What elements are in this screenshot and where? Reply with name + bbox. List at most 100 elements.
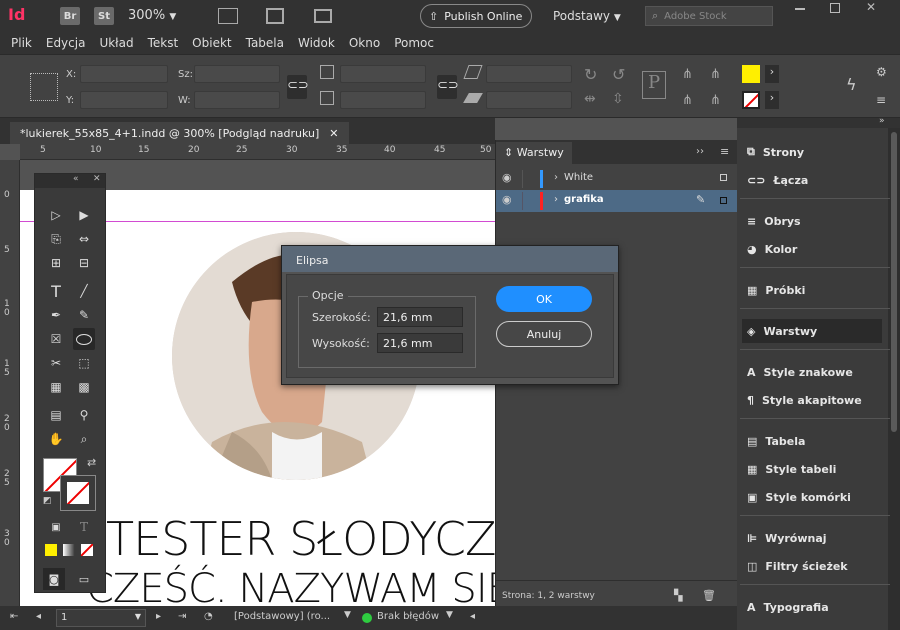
close-icon[interactable]: ✕ xyxy=(329,127,338,140)
pencil-tool-icon[interactable]: ✎ xyxy=(73,304,95,326)
free-transform-icon[interactable]: ⬚ xyxy=(73,352,95,374)
menu-pomoc[interactable]: Pomoc xyxy=(394,36,434,50)
arrange-documents-icon[interactable] xyxy=(314,9,332,23)
panel-tabela[interactable]: ▤ Tabela xyxy=(747,431,805,451)
flip-vertical-icon[interactable]: ⇳ xyxy=(612,91,624,107)
next-page-icon[interactable]: ▸ xyxy=(156,611,161,622)
screen-mode-icon[interactable] xyxy=(266,8,284,24)
zoom-tool-icon[interactable]: ⌕ xyxy=(73,428,95,450)
layers-tab[interactable]: ⇕ Warstwy xyxy=(496,142,572,164)
gear-icon[interactable]: ⚙ xyxy=(876,65,887,79)
previous-page-icon[interactable]: ◂ xyxy=(36,611,41,622)
rectangle-frame-icon[interactable]: ☒ xyxy=(45,328,67,350)
shear-field[interactable] xyxy=(486,91,572,109)
formatting-text-icon[interactable]: T xyxy=(73,516,95,538)
chevron-down-icon[interactable]: ▼ xyxy=(344,610,351,620)
layer-row-grafika[interactable]: ◉ › grafika ✎ xyxy=(496,190,737,212)
panel-lacza[interactable]: ⊂⊃ Łącza xyxy=(747,170,808,190)
chevron-right-icon[interactable]: › xyxy=(554,172,558,183)
ok-button[interactable]: OK xyxy=(496,286,592,312)
page-tool-icon[interactable]: ⎘ xyxy=(45,228,67,250)
panel-menu-icon[interactable]: ≡ xyxy=(876,93,886,107)
height-field[interactable] xyxy=(194,91,280,109)
close-icon[interactable]: ✕ xyxy=(866,0,876,14)
page-number-field[interactable]: 1 ▼ xyxy=(56,609,146,627)
chevron-right-icon[interactable]: › xyxy=(554,194,558,205)
reference-point-icon[interactable] xyxy=(30,73,58,101)
document-tab[interactable]: *lukierek_55x85_4+1.indd @ 300% [Podgląd… xyxy=(10,122,349,144)
cancel-button[interactable]: Anuluj xyxy=(496,321,592,347)
chevron-right-icon[interactable]: › xyxy=(765,65,779,83)
stock-button[interactable]: St xyxy=(94,7,114,25)
panel-style-komorki[interactable]: ▣ Style komórki xyxy=(747,487,851,507)
panel-wyrownaj[interactable]: ⊫ Wyrównaj xyxy=(747,528,827,548)
panel-strony[interactable]: ⧉ Strony xyxy=(747,142,804,162)
width-input[interactable]: 21,6 mm xyxy=(377,307,463,327)
y-field[interactable] xyxy=(80,91,168,109)
constrain-proportions-icon[interactable]: ⊂⊃ xyxy=(287,75,309,99)
pen-tool-icon[interactable]: ✒ xyxy=(45,304,67,326)
chevron-right-icon[interactable]: › xyxy=(765,91,779,109)
vertical-ruler[interactable]: 0 5 1 0 1 5 2 0 2 5 3 0 xyxy=(0,160,20,606)
ellipse-tool-icon[interactable] xyxy=(73,328,95,350)
trash-icon[interactable]: 🗑 xyxy=(702,589,716,602)
view-options-icon[interactable] xyxy=(218,8,238,24)
dock-scrollbar[interactable] xyxy=(888,128,900,630)
horizontal-ruler[interactable]: 5 10 15 20 25 30 35 40 45 50 xyxy=(20,144,495,160)
scissors-icon[interactable]: ✂ xyxy=(45,352,67,374)
panel-menu-icon[interactable]: ≡ xyxy=(720,145,729,158)
close-icon[interactable]: ✕ xyxy=(93,174,101,184)
new-layer-icon[interactable]: ▚ xyxy=(674,589,682,602)
note-tool-icon[interactable]: ▤ xyxy=(45,404,67,426)
collapse-icon[interactable]: » xyxy=(879,116,885,126)
heading-greeting[interactable]: CZEŚĆ. NAZYWAM SIĘ xyxy=(86,566,495,606)
apply-gradient-icon[interactable] xyxy=(63,544,75,556)
menu-uklad[interactable]: Układ xyxy=(99,36,133,50)
stroke-swatch[interactable] xyxy=(742,91,760,109)
content-placer-icon[interactable]: ⊟ xyxy=(73,252,95,274)
scale-y-field[interactable] xyxy=(340,91,426,109)
flip-horizontal-icon[interactable]: ⇹ xyxy=(584,91,596,107)
select-content-icon[interactable]: ⋔ xyxy=(710,67,721,82)
dialog-title[interactable]: Elipsa xyxy=(282,246,618,272)
swap-colors-icon[interactable]: ⇄ xyxy=(87,456,96,469)
menu-plik[interactable]: Plik xyxy=(11,36,32,50)
eye-icon[interactable]: ◉ xyxy=(502,193,512,206)
x-field[interactable] xyxy=(80,65,168,83)
scale-x-field[interactable] xyxy=(340,65,426,83)
width-field[interactable] xyxy=(194,65,280,83)
menu-okno[interactable]: Okno xyxy=(349,36,380,50)
workspace-switcher[interactable]: Podstawy ▼ xyxy=(553,9,621,23)
select-previous-icon[interactable]: ⋔ xyxy=(682,93,693,108)
content-collector-icon[interactable]: ⊞ xyxy=(45,252,67,274)
quick-apply-icon[interactable]: ϟ xyxy=(846,75,857,94)
last-page-icon[interactable]: ⇥ xyxy=(178,611,186,622)
zoom-level[interactable]: 300% ▼ xyxy=(128,8,176,23)
formatting-container-icon[interactable]: ▣ xyxy=(45,516,67,538)
minimize-icon[interactable] xyxy=(795,8,805,10)
height-input[interactable]: 21,6 mm xyxy=(377,333,463,353)
layer-target-icon[interactable] xyxy=(720,197,727,204)
panel-warstwy[interactable]: ◈ Warstwy xyxy=(742,319,882,343)
gap-tool-icon[interactable]: ⇔ xyxy=(73,228,95,250)
fill-swatch[interactable] xyxy=(742,65,760,83)
first-page-icon[interactable]: ⇤ xyxy=(10,611,18,622)
layer-row-white[interactable]: ◉ › White xyxy=(496,168,737,190)
apply-none-icon[interactable] xyxy=(81,544,93,556)
constrain-scale-icon[interactable]: ⊂⊃ xyxy=(437,75,459,99)
menu-tekst[interactable]: Tekst xyxy=(148,36,179,50)
selection-arrow-icon[interactable]: ▷ xyxy=(45,204,67,226)
stroke-color-swatch[interactable] xyxy=(60,475,96,511)
panel-probki[interactable]: ▦ Próbki xyxy=(747,280,805,300)
line-tool-icon[interactable]: ╱ xyxy=(73,280,95,302)
menu-obiekt[interactable]: Obiekt xyxy=(192,36,231,50)
panel-style-tabeli[interactable]: ▦ Style tabeli xyxy=(747,459,836,479)
panel-typografia[interactable]: A Typografia xyxy=(747,597,829,617)
type-tool-icon[interactable]: T xyxy=(45,280,67,302)
panel-filtry-sciezek[interactable]: ◫ Filtry ścieżek xyxy=(747,556,848,576)
gradient-swatch-icon[interactable]: ▦ xyxy=(45,376,67,398)
menu-edycja[interactable]: Edycja xyxy=(46,36,86,50)
panel-style-znakowe[interactable]: A Style znakowe xyxy=(747,362,853,382)
select-next-icon[interactable]: ⋔ xyxy=(710,93,721,108)
menu-widok[interactable]: Widok xyxy=(298,36,335,50)
